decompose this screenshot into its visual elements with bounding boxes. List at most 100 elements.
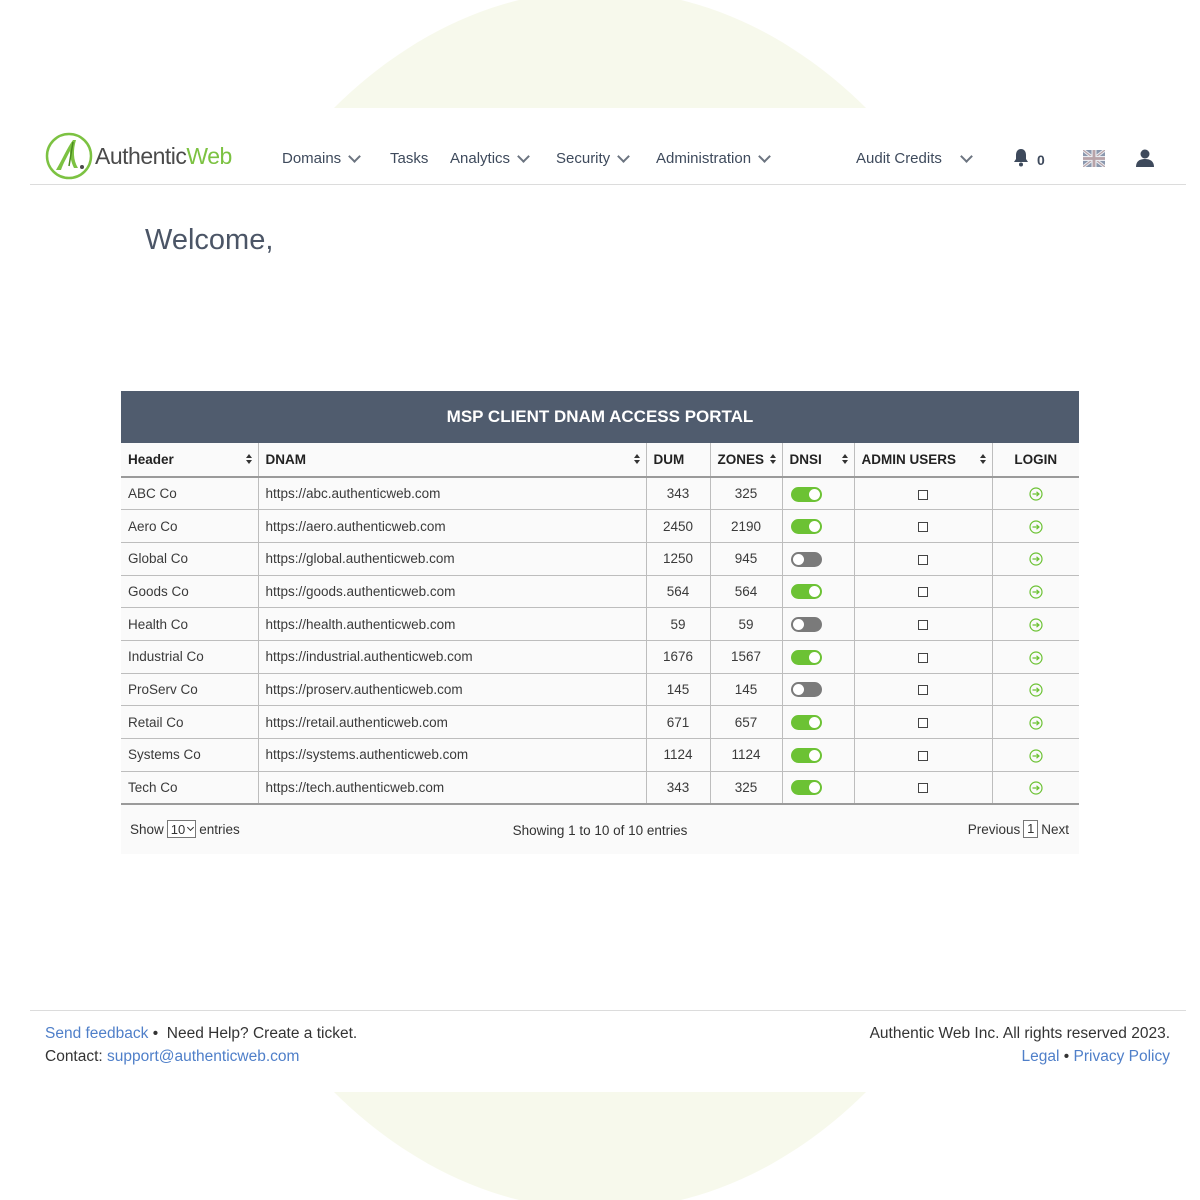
nav-audit-credits[interactable]: Audit Credits — [856, 149, 973, 167]
zones-cell: 2190 — [710, 509, 783, 543]
login-cell — [992, 771, 1079, 805]
dnam-url-cell[interactable]: https://industrial.authenticweb.com — [258, 640, 647, 674]
client-name-cell: ProServ Co — [121, 673, 259, 707]
brand-logo[interactable]: AuthenticWeb — [45, 132, 232, 180]
dnsi-cell — [782, 738, 855, 772]
column-header-zones[interactable]: ZONES — [710, 443, 783, 478]
dum-cell: 145 — [646, 673, 711, 707]
help-link[interactable]: Need Help? Create a ticket. — [167, 1025, 357, 1042]
login-arrow-icon[interactable] — [1029, 552, 1043, 567]
sort-icon — [979, 454, 986, 466]
admin-users-checkbox[interactable] — [918, 685, 928, 696]
pagination: Previous 1 Next — [968, 820, 1069, 838]
dum-cell: 1124 — [646, 738, 711, 772]
nav-label: Administration — [656, 150, 752, 167]
nav-administration[interactable]: Administration — [656, 149, 771, 167]
dnam-url-cell[interactable]: https://goods.authenticweb.com — [258, 575, 647, 609]
admin-users-checkbox[interactable] — [918, 783, 928, 794]
dnam-url-cell[interactable]: https://health.authenticweb.com — [258, 607, 647, 641]
send-feedback-link[interactable]: Send feedback — [45, 1025, 148, 1042]
column-header-dnsi[interactable]: DNSI — [782, 443, 855, 478]
login-arrow-icon[interactable] — [1029, 748, 1043, 763]
dnam-url-cell[interactable]: https://systems.authenticweb.com — [258, 738, 647, 772]
dnsi-toggle[interactable] — [790, 649, 822, 665]
dnsi-toggle[interactable] — [790, 715, 822, 731]
user-icon[interactable] — [1135, 148, 1155, 168]
dnsi-toggle[interactable] — [790, 682, 822, 698]
admin-users-checkbox[interactable] — [918, 521, 928, 532]
table-row: Industrial Co https://industrial.authenti… — [121, 640, 1079, 674]
nav-security[interactable]: Security — [556, 149, 631, 167]
login-arrow-icon[interactable] — [1029, 520, 1043, 534]
dnsi-toggle[interactable] — [790, 519, 822, 534]
admin-users-checkbox[interactable] — [918, 620, 928, 631]
admin-users-cell — [854, 673, 993, 707]
login-arrow-icon[interactable] — [1029, 618, 1043, 632]
zones-cell: 1567 — [710, 640, 783, 674]
sort-icon — [633, 454, 640, 466]
bell-icon — [1014, 149, 1028, 167]
sort-icon — [245, 454, 252, 466]
nav-analytics[interactable]: Analytics — [450, 149, 530, 167]
toggle-knob — [808, 488, 820, 500]
zones-cell: 325 — [710, 477, 783, 511]
column-header-dum[interactable]: DUM — [646, 443, 711, 478]
admin-users-checkbox[interactable] — [918, 554, 928, 565]
authentic-web-logo-icon — [45, 132, 93, 180]
dnsi-toggle[interactable] — [790, 617, 822, 633]
portal-panel: MSP CLIENT DNAM ACCESS PORTAL Header DNA… — [121, 391, 1079, 854]
dnam-url-cell[interactable]: https://proserv.authenticweb.com — [258, 673, 647, 707]
nav-tasks[interactable]: Tasks — [390, 150, 428, 167]
admin-users-checkbox[interactable] — [918, 587, 928, 598]
legal-link[interactable]: Legal — [1022, 1048, 1060, 1065]
column-header-dnam[interactable]: DNAM — [258, 443, 647, 478]
support-email-link[interactable]: support@authenticweb.com — [107, 1048, 299, 1065]
dnsi-toggle[interactable] — [790, 486, 822, 502]
table-footer: Show 10 entries Showing 1 to 10 of 10 en… — [121, 803, 1079, 854]
dnsi-toggle[interactable] — [790, 551, 822, 567]
table-row: Health Co https://health.authenticweb.com… — [121, 607, 1079, 641]
toggle-knob — [808, 717, 820, 729]
admin-users-cell — [854, 771, 993, 805]
dnsi-toggle[interactable] — [790, 584, 822, 600]
login-arrow-icon[interactable] — [1029, 683, 1043, 697]
dnam-url-cell[interactable]: https://retail.authenticweb.com — [258, 705, 647, 739]
page-1-button[interactable]: 1 — [1023, 820, 1039, 838]
zones-cell: 945 — [710, 542, 783, 576]
dnsi-toggle[interactable] — [790, 747, 822, 763]
chevron-down-icon — [348, 149, 362, 163]
uk-flag-icon[interactable] — [1083, 150, 1105, 167]
table-row: Retail Co https://retail.authenticweb.com… — [121, 705, 1079, 739]
dnam-url-cell[interactable]: https://global.authenticweb.com — [258, 542, 647, 576]
dnsi-toggle[interactable] — [790, 780, 822, 796]
admin-users-checkbox[interactable] — [918, 489, 928, 500]
column-header-admin-users[interactable]: ADMIN USERS — [854, 443, 993, 478]
notifications-button[interactable]: 0 — [1012, 148, 1045, 168]
chevron-down-icon — [517, 149, 530, 163]
admin-users-checkbox[interactable] — [918, 750, 928, 761]
dnam-url-cell[interactable]: https://tech.authenticweb.com — [258, 771, 647, 805]
zones-cell: 325 — [710, 771, 783, 805]
privacy-policy-link[interactable]: Privacy Policy — [1074, 1048, 1170, 1065]
admin-users-cell — [854, 509, 993, 543]
nav-domains[interactable]: Domains — [282, 149, 362, 167]
login-arrow-icon[interactable] — [1029, 585, 1043, 599]
column-header-header[interactable]: Header — [121, 443, 259, 478]
dnsi-cell — [782, 705, 855, 739]
previous-button[interactable]: Previous — [968, 822, 1021, 837]
login-arrow-icon[interactable] — [1029, 487, 1043, 501]
login-arrow-icon[interactable] — [1029, 650, 1043, 665]
login-arrow-icon[interactable] — [1029, 781, 1043, 795]
dnsi-cell — [782, 477, 855, 511]
admin-users-checkbox[interactable] — [918, 718, 928, 729]
dnam-url-cell[interactable]: https://abc.authenticweb.com — [258, 477, 647, 511]
page-footer: Send feedback • Need Help? Create a tick… — [30, 1010, 1186, 1090]
dnam-url-cell[interactable]: https://aero.authenticweb.com — [258, 509, 647, 543]
brand-name: AuthenticWeb — [95, 142, 232, 169]
login-arrow-icon[interactable] — [1029, 716, 1043, 730]
admin-users-checkbox[interactable] — [918, 652, 928, 663]
next-button[interactable]: Next — [1041, 822, 1069, 837]
toggle-knob — [792, 619, 804, 631]
dum-cell: 343 — [646, 477, 711, 511]
portal-title: MSP CLIENT DNAM ACCESS PORTAL — [121, 391, 1079, 443]
